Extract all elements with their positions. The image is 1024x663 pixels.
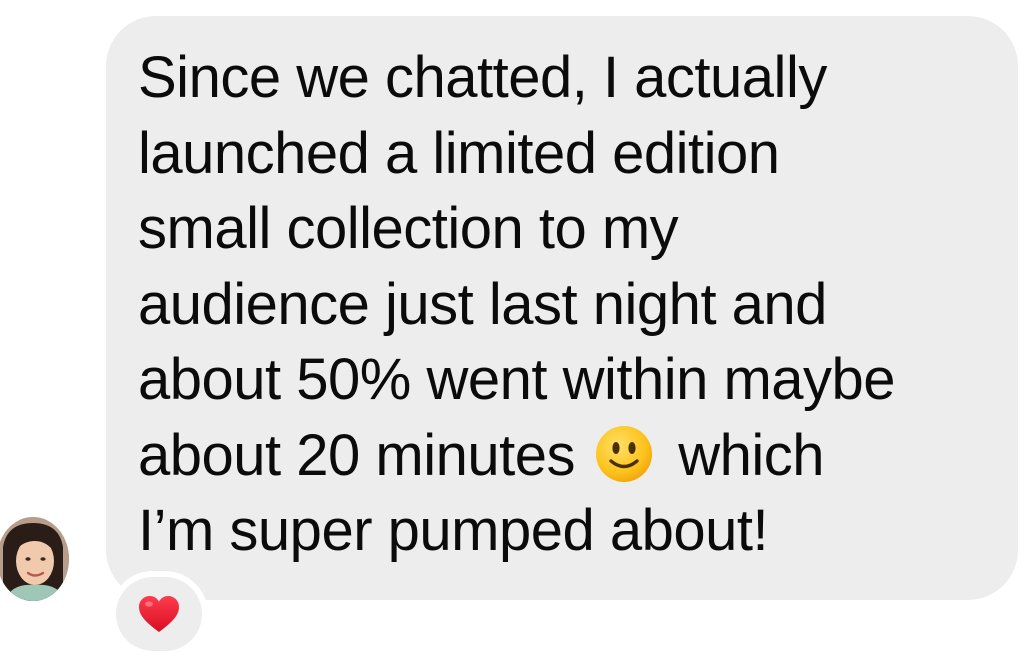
message-line: I’m super pumped about!	[138, 498, 769, 563]
message-line-part: about 20 minutes	[138, 422, 575, 488]
heart-reaction-badge[interactable]	[116, 577, 202, 651]
slightly-smiling-face-icon	[595, 425, 653, 483]
message-line-part: which	[678, 422, 825, 488]
chat-screen: Since we chatted, I actually launched a …	[0, 0, 1024, 663]
message-line: small collection to my	[138, 196, 679, 261]
message-line: audience just last night and	[138, 271, 827, 337]
red-heart-icon	[139, 596, 179, 632]
message-line: Since we chatted, I actually	[138, 45, 827, 110]
avatar-photo	[0, 517, 69, 601]
message-line: about 50% went within maybe	[138, 347, 896, 412]
avatar[interactable]	[0, 517, 69, 601]
message-line-with-emoji: about 20 minutes which	[138, 418, 998, 494]
message-text: Since we chatted, I actually launched a …	[138, 40, 998, 569]
message-line: launched a limited edition	[138, 120, 780, 186]
